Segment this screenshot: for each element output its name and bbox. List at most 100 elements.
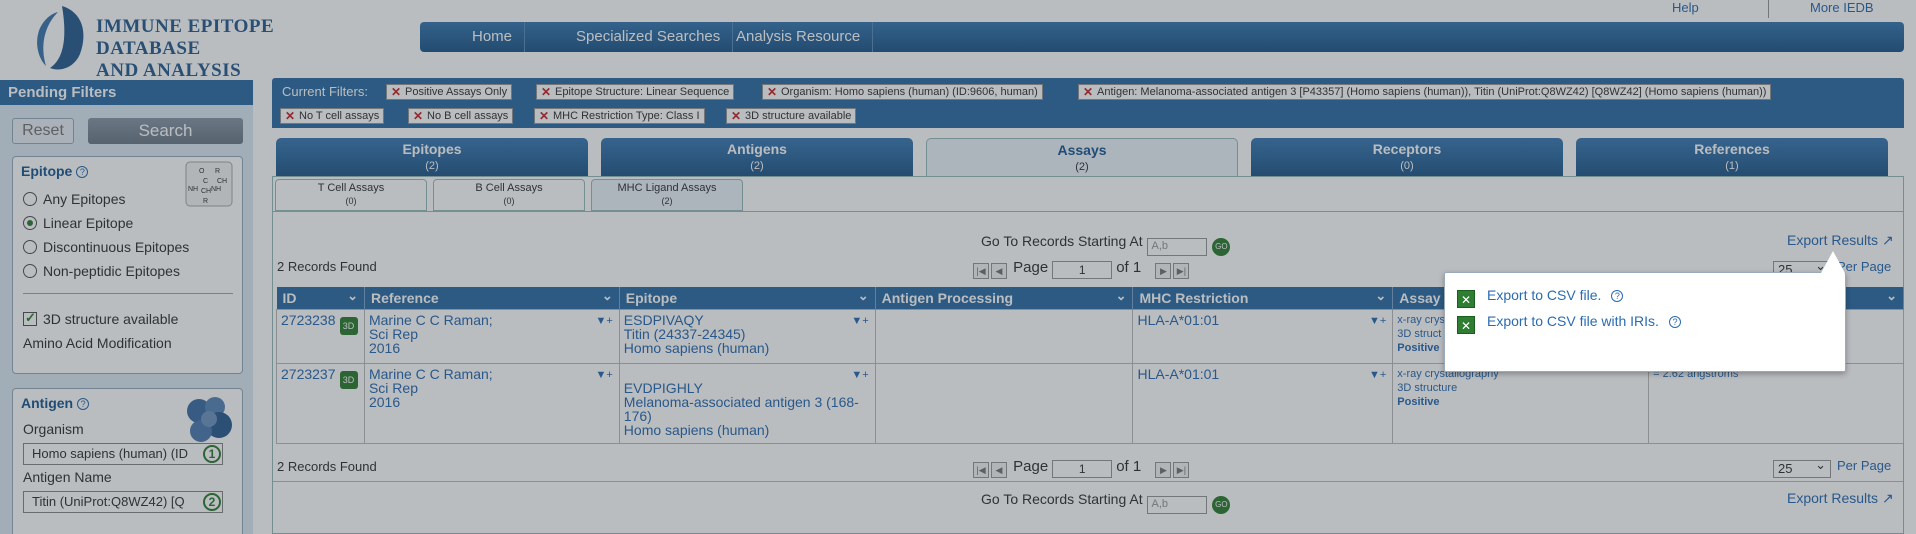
reference-authors[interactable]: Marine C C Raman; xyxy=(369,367,615,381)
add-filter-icon[interactable]: ▼+ xyxy=(595,314,612,328)
sort-icon[interactable]: ⌄ xyxy=(1375,288,1386,304)
remove-filter-icon[interactable]: ✕ xyxy=(731,109,741,123)
antigen-name-field[interactable]: Titin (UniProt:Q8WZ42) [Q xyxy=(23,491,223,513)
tab-references[interactable]: References (1) xyxy=(1576,138,1888,176)
organism-field[interactable]: Homo sapiens (human) (ID xyxy=(23,443,223,465)
epitope-option-any[interactable]: Any Epitopes xyxy=(23,191,126,207)
export-csv-label[interactable]: Export to CSV file. xyxy=(1487,287,1601,303)
prev-page-icon[interactable]: ◀ xyxy=(991,462,1007,478)
iedb-logo[interactable]: IMMUNE EPITOPE DATABASE AND ANALYSIS RES… xyxy=(30,0,350,103)
remove-filter-icon[interactable]: ✕ xyxy=(539,109,549,123)
reference-authors[interactable]: Marine C C Raman; xyxy=(369,313,615,327)
column-header-id[interactable]: ID ⌄ xyxy=(276,287,365,309)
last-page-icon[interactable]: ▶| xyxy=(1173,462,1190,478)
epitope-organism[interactable]: Homo sapiens (human) xyxy=(624,423,871,437)
id-cell[interactable]: 2723238 3D xyxy=(276,308,365,364)
radio-icon[interactable] xyxy=(23,240,37,254)
help-icon[interactable]: ? xyxy=(1611,290,1624,302)
add-filter-icon[interactable]: ▼+ xyxy=(851,368,868,382)
prev-page-icon[interactable]: ◀ xyxy=(991,263,1007,279)
reset-button[interactable]: Reset xyxy=(12,118,74,144)
nav-home[interactable]: Home xyxy=(460,22,526,52)
filter-chip[interactable]: ✕ Epitope Structure: Linear Sequence xyxy=(536,84,735,100)
filter-chip[interactable]: ✕ 3D structure available xyxy=(726,108,857,124)
sort-icon[interactable]: ⌄ xyxy=(1886,288,1897,304)
epitope-antigen[interactable]: Melanoma-associated antigen 3 (168-176) xyxy=(624,395,871,423)
first-page-icon[interactable]: |◀ xyxy=(973,263,989,279)
epitope-option-linear[interactable]: Linear Epitope xyxy=(23,215,133,231)
remove-filter-icon[interactable]: ✕ xyxy=(391,85,401,99)
export-csv-iri-label[interactable]: Export to CSV file with IRIs. xyxy=(1487,313,1659,329)
filter-chip[interactable]: ✕ MHC Restriction Type: Class I xyxy=(534,108,705,124)
nav-specialized-searches[interactable]: Specialized Searches xyxy=(564,22,734,52)
3d-structure-icon[interactable]: 3D xyxy=(339,316,358,335)
add-filter-icon[interactable]: ▼+ xyxy=(851,314,868,328)
sort-icon[interactable]: ⌄ xyxy=(347,288,358,304)
remove-filter-icon[interactable]: ✕ xyxy=(767,85,777,99)
checkbox-checked-icon[interactable] xyxy=(23,310,37,326)
remove-filter-icon[interactable]: ✕ xyxy=(413,109,423,123)
structure-available-checkbox[interactable]: 3D structure available xyxy=(23,310,178,327)
mhc-allele[interactable]: HLA-A*01:01 xyxy=(1137,366,1219,382)
radio-selected-icon[interactable] xyxy=(23,216,37,230)
add-filter-icon[interactable]: ▼+ xyxy=(1369,368,1386,382)
subtab-b-cell-assays[interactable]: B Cell Assays (0) xyxy=(433,179,585,211)
mhc-cell[interactable]: HLA-A*01:01 ▼+ xyxy=(1132,362,1394,444)
export-csv-option[interactable]: ✕ Export to CSV file.? xyxy=(1457,287,1624,308)
next-page-icon[interactable]: ▶ xyxy=(1155,462,1172,478)
amino-acid-modification-link[interactable]: Amino Acid Modification xyxy=(23,335,172,351)
export-results-link-top[interactable]: Export Results ↗ xyxy=(1787,232,1894,249)
filter-chip[interactable]: ✕ Antigen: Melanoma-associated antigen 3 … xyxy=(1078,84,1772,100)
add-filter-icon[interactable]: ▼+ xyxy=(595,368,612,382)
remove-filter-icon[interactable]: ✕ xyxy=(285,109,295,123)
epitope-sequence[interactable]: EVDPIGHLY xyxy=(624,381,871,395)
remove-filter-icon[interactable]: ✕ xyxy=(541,85,551,99)
page-input[interactable]: 1 xyxy=(1052,460,1113,478)
record-id[interactable]: 2723237 xyxy=(281,366,336,382)
tab-epitopes[interactable]: Epitopes (2) xyxy=(276,138,588,176)
add-filter-icon[interactable]: ▼+ xyxy=(1369,314,1386,328)
sort-icon[interactable]: ⌄ xyxy=(1116,288,1127,304)
epitope-organism[interactable]: Homo sapiens (human) xyxy=(624,341,871,355)
filter-chip[interactable]: ✕ Positive Assays Only xyxy=(386,84,513,100)
next-page-icon[interactable]: ▶ xyxy=(1155,263,1172,279)
filter-chip[interactable]: ✕ Organism: Homo sapiens (human) (ID:9606… xyxy=(762,84,1043,100)
nav-analysis-resource[interactable]: Analysis Resource xyxy=(724,22,874,52)
last-page-icon[interactable]: ▶| xyxy=(1173,263,1190,279)
tab-assays[interactable]: Assays (2) xyxy=(926,138,1238,176)
subtab-mhc-ligand-assays[interactable]: MHC Ligand Assays (2) xyxy=(591,179,743,211)
epitope-option-non-peptidic[interactable]: Non-peptidic Epitopes xyxy=(23,263,180,279)
epitope-option-discontinuous[interactable]: Discontinuous Epitopes xyxy=(23,239,189,255)
goto-input[interactable]: A,b xyxy=(1146,238,1207,256)
mhc-cell[interactable]: HLA-A*01:01 ▼+ xyxy=(1132,308,1394,364)
sort-icon[interactable]: ⌄ xyxy=(858,288,869,304)
column-header-reference[interactable]: Reference ⌄ xyxy=(364,287,620,309)
first-page-icon[interactable]: |◀ xyxy=(973,462,989,478)
epitope-cell[interactable]: EVDPIGHLY Melanoma-associated antigen 3 (… xyxy=(618,362,876,444)
more-iedb-link[interactable]: More IEDB xyxy=(1810,0,1874,15)
per-page-select[interactable]: 25 xyxy=(1773,457,1831,478)
reference-cell[interactable]: Marine C C Raman; Sci Rep 2016 ▼+ xyxy=(363,362,620,444)
export-results-link-bottom[interactable]: Export Results ↗ xyxy=(1787,490,1894,507)
radio-icon[interactable] xyxy=(23,264,37,278)
remove-filter-icon[interactable]: ✕ xyxy=(1083,85,1093,99)
column-header-epitope[interactable]: Epitope ⌄ xyxy=(619,287,876,309)
go-button[interactable]: GO xyxy=(1212,496,1231,514)
page-input[interactable]: 1 xyxy=(1052,261,1113,279)
epitope-sequence[interactable]: ESDPIVAQY xyxy=(624,313,871,327)
filter-chip[interactable]: ✕ No T cell assays xyxy=(280,108,385,124)
3d-structure-icon[interactable]: 3D xyxy=(339,370,358,389)
sort-icon[interactable]: ⌄ xyxy=(602,288,613,304)
id-cell[interactable]: 2723237 3D xyxy=(276,362,365,444)
help-icon[interactable]: ? xyxy=(1668,316,1681,328)
tab-antigens[interactable]: Antigens (2) xyxy=(601,138,913,176)
help-icon[interactable]: ? xyxy=(76,166,89,178)
epitope-cell[interactable]: ESDPIVAQY Titin (24337-24345) Homo sapiens… xyxy=(618,308,876,364)
column-header-antigen-processing[interactable]: Antigen Processing ⌄ xyxy=(875,287,1134,309)
help-link[interactable]: Help xyxy=(1672,0,1699,15)
column-header-mhc-restriction[interactable]: MHC Restriction ⌄ xyxy=(1132,287,1394,309)
go-button[interactable]: GO xyxy=(1212,238,1231,256)
goto-input[interactable]: A,b xyxy=(1146,496,1207,514)
subtab-t-cell-assays[interactable]: T Cell Assays (0) xyxy=(275,179,427,211)
record-id[interactable]: 2723238 xyxy=(281,312,336,328)
